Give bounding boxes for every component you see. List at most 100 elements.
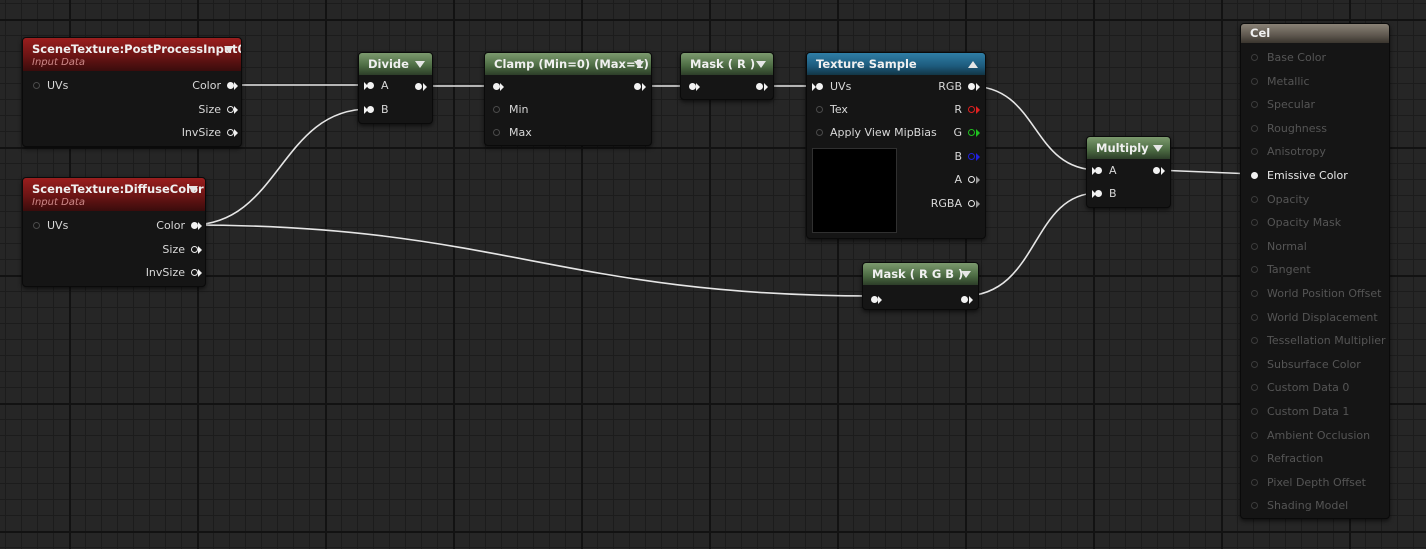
node-material-result[interactable]: Cel Base Color Metallic Specular Roughness A… — [1240, 23, 1390, 519]
pin-connector-icon[interactable] — [1095, 190, 1102, 197]
pin-connector-icon[interactable] — [634, 83, 641, 90]
pin-invsize[interactable]: InvSize — [174, 125, 234, 141]
node-multiply[interactable]: Multiply A B — [1086, 136, 1171, 208]
pin-connector-icon[interactable] — [1251, 455, 1258, 463]
pin-connector-icon[interactable] — [1251, 77, 1258, 85]
node-header[interactable]: Multiply — [1087, 137, 1170, 159]
pin-rgb[interactable]: RGB — [925, 79, 975, 95]
pin-connector-icon[interactable] — [493, 129, 500, 136]
pin-connector-icon[interactable] — [1251, 101, 1258, 109]
pin-connector-icon[interactable] — [816, 129, 823, 136]
collapse-arrow-icon[interactable] — [961, 271, 971, 278]
pin-connector-icon[interactable] — [1251, 384, 1258, 392]
pin-color[interactable]: Color — [174, 78, 234, 94]
pin-connector-icon[interactable] — [968, 176, 975, 183]
pin-connector-icon[interactable] — [816, 106, 823, 113]
pin-connector-icon[interactable] — [367, 82, 374, 89]
collapse-arrow-icon[interactable] — [634, 61, 644, 68]
pin-connector-icon[interactable] — [968, 106, 975, 113]
pin-output[interactable] — [412, 79, 422, 95]
pin-connector-icon[interactable] — [1251, 290, 1258, 297]
pin-connector-icon[interactable] — [1251, 313, 1258, 321]
pin-invsize[interactable]: InvSize — [138, 265, 198, 281]
pin-label: Emissive Color — [1267, 169, 1348, 182]
pin-connector-icon[interactable] — [968, 200, 975, 207]
pin-connector-icon[interactable] — [1251, 54, 1258, 61]
node-divide[interactable]: Divide A B — [358, 52, 433, 124]
pin-size[interactable]: Size — [138, 242, 198, 258]
pin-connector-icon[interactable] — [493, 83, 500, 90]
collapse-arrow-icon[interactable] — [1153, 145, 1163, 152]
pin-connector-icon[interactable] — [968, 153, 975, 160]
pin-connector-icon[interactable] — [191, 269, 198, 276]
pin-color[interactable]: Color — [138, 218, 198, 234]
pin-connector-icon[interactable] — [816, 83, 823, 90]
pin-label: Custom Data 1 — [1267, 405, 1350, 418]
pin-connector-icon[interactable] — [1251, 124, 1258, 132]
pin-output[interactable] — [753, 79, 763, 95]
pin-connector-icon[interactable] — [191, 222, 198, 229]
node-header[interactable]: SceneTexture:DiffuseColor Input Data — [23, 178, 205, 211]
pin-a[interactable]: A — [925, 172, 975, 188]
pin-connector-icon[interactable] — [961, 296, 968, 303]
pin-rgba[interactable]: RGBA — [915, 196, 975, 212]
pin-output[interactable] — [631, 79, 641, 95]
node-clamp[interactable]: Clamp (Min=0) (Max=1) Min Max — [484, 52, 652, 146]
pin-output[interactable] — [958, 292, 968, 308]
pin-connector-icon[interactable] — [1251, 431, 1258, 439]
node-header[interactable]: Mask ( R G B ) — [863, 263, 978, 285]
collapse-arrow-icon[interactable] — [188, 186, 198, 193]
pin-connector-icon[interactable] — [968, 129, 975, 136]
pin-connector-icon[interactable] — [191, 246, 198, 253]
pin-connector-icon[interactable] — [689, 83, 696, 90]
pin-connector-icon[interactable] — [1153, 167, 1160, 174]
pin-connector-icon[interactable] — [1251, 148, 1258, 156]
pin-connector-icon[interactable] — [1251, 502, 1258, 510]
node-scenetexture-postprocess[interactable]: SceneTexture:PostProcessInput0 Input Dat… — [22, 37, 242, 147]
pin-connector-icon[interactable] — [1251, 172, 1258, 179]
wire-diffuse-color-to-mask-rgb[interactable] — [190, 224, 875, 297]
pin-connector-icon[interactable] — [1251, 266, 1258, 274]
pin-connector-icon[interactable] — [1251, 242, 1258, 250]
collapse-arrow-icon[interactable] — [415, 61, 425, 68]
pin-b[interactable]: B — [925, 149, 975, 165]
pin-connector-icon[interactable] — [1095, 167, 1102, 174]
pin-connector-icon[interactable] — [756, 83, 763, 90]
pin-size[interactable]: Size — [174, 102, 234, 118]
pin-label: InvSize — [181, 126, 221, 139]
pin-connector-icon[interactable] — [1251, 219, 1258, 227]
node-scenetexture-diffuse[interactable]: SceneTexture:DiffuseColor Input Data UVs… — [22, 177, 206, 287]
pin-connector-icon[interactable] — [1251, 360, 1258, 368]
collapse-arrow-icon[interactable] — [968, 61, 978, 68]
collapse-arrow-icon[interactable] — [224, 46, 234, 53]
node-mask-r[interactable]: Mask ( R ) — [680, 52, 774, 100]
node-header[interactable]: Texture Sample — [807, 53, 985, 75]
node-header[interactable]: Mask ( R ) — [681, 53, 773, 75]
pin-arrow-icon — [696, 83, 700, 91]
node-texture-sample[interactable]: Texture Sample UVs Tex Apply View MipBia… — [806, 52, 986, 239]
pin-r[interactable]: R — [925, 102, 975, 118]
pin-connector-icon[interactable] — [367, 106, 374, 113]
pin-connector-icon[interactable] — [1251, 408, 1258, 415]
pin-output[interactable] — [1150, 163, 1160, 179]
node-header[interactable]: Divide — [359, 53, 432, 75]
pin-connector-icon[interactable] — [1251, 337, 1258, 345]
pin-connector-icon[interactable] — [227, 106, 234, 113]
collapse-arrow-icon[interactable] — [756, 61, 766, 68]
node-header[interactable]: Cel — [1241, 24, 1389, 43]
pin-connector-icon[interactable] — [227, 129, 234, 136]
pin-connector-icon[interactable] — [227, 82, 234, 89]
node-header[interactable]: Clamp (Min=0) (Max=1) — [485, 53, 651, 75]
pin-connector-icon[interactable] — [1251, 195, 1258, 203]
pin-connector-icon[interactable] — [33, 222, 40, 229]
wire-texture-rgb-to-multiply-a[interactable] — [969, 85, 1099, 171]
pin-connector-icon[interactable] — [968, 83, 975, 90]
pin-connector-icon[interactable] — [33, 82, 40, 89]
pin-connector-icon[interactable] — [493, 106, 500, 113]
pin-connector-icon[interactable] — [871, 296, 878, 303]
node-mask-rgb[interactable]: Mask ( R G B ) — [862, 262, 979, 310]
pin-connector-icon[interactable] — [415, 83, 422, 90]
pin-connector-icon[interactable] — [1251, 478, 1258, 486]
pin-g[interactable]: G — [925, 125, 975, 141]
node-header[interactable]: SceneTexture:PostProcessInput0 Input Dat… — [23, 38, 241, 71]
